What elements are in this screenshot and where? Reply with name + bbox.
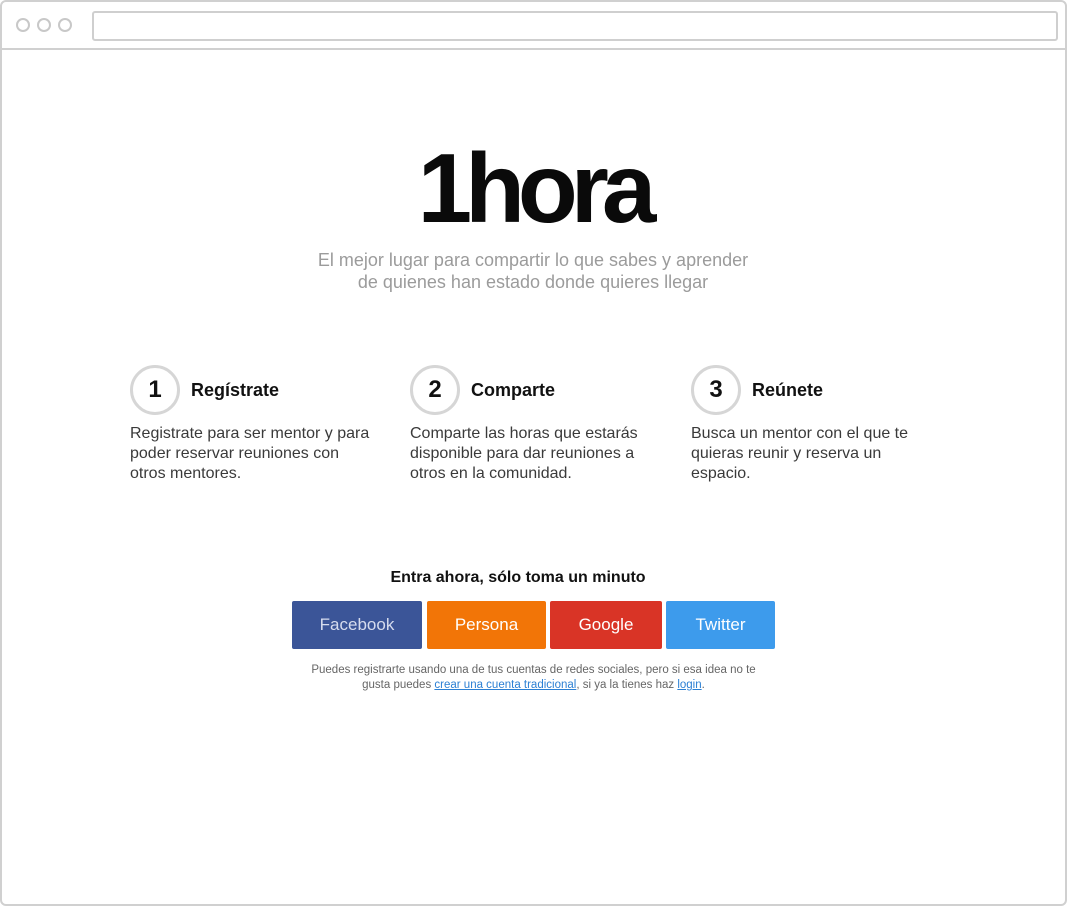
step-title: Regístrate [191,379,280,400]
step-register: 1 Regístrate Registrate para ser mentor … [130,365,380,484]
login-link[interactable]: login [677,679,701,691]
step-description: Busca un mentor con el que te quieras re… [691,425,909,482]
step-number-badge: 1 [130,365,180,415]
window-minimize-dot[interactable] [37,18,51,32]
step-title: Comparte [471,379,556,400]
step-header: 1 Regístrate [130,365,380,415]
address-bar[interactable] [92,11,1058,41]
facebook-login-button[interactable]: Facebook [292,601,422,649]
twitter-login-button[interactable]: Twitter [666,601,775,649]
browser-toolbar [2,2,1065,50]
step-header: 2 Comparte [410,365,660,415]
step-number-badge: 2 [410,365,460,415]
step-number-badge: 3 [691,365,741,415]
logo: 1hora [417,133,657,243]
note-text: . [701,679,705,691]
step-share: 2 Comparte Comparte las horas que estará… [410,365,660,484]
signup-note: Puedes registrarte usando una de tus cue… [300,663,767,693]
step-meet: 3 Reúnete Busca un mentor con el que te … [691,365,941,484]
google-login-button[interactable]: Google [550,601,662,649]
step-header: 3 Reúnete [691,365,941,415]
step-description: Comparte las horas que estarás disponibl… [410,425,638,482]
step-description: Registrate para ser mentor y para poder … [130,425,370,482]
signup-title: Entra ahora, sólo toma un minuto [390,569,646,586]
step-title: Reúnete [752,379,824,400]
window-maximize-dot[interactable] [58,18,72,32]
window-close-dot[interactable] [16,18,30,32]
tagline-line-1: El mejor lugar para compartir lo que sab… [317,250,749,270]
tagline: El mejor lugar para compartir lo que sab… [283,249,783,293]
persona-login-button[interactable]: Persona [427,601,546,649]
tagline-line-2: de quienes han estado donde quieres lleg… [357,272,709,292]
note-text: , si ya la tienes haz [576,679,678,691]
create-account-link[interactable]: crear una cuenta tradicional [434,679,576,691]
